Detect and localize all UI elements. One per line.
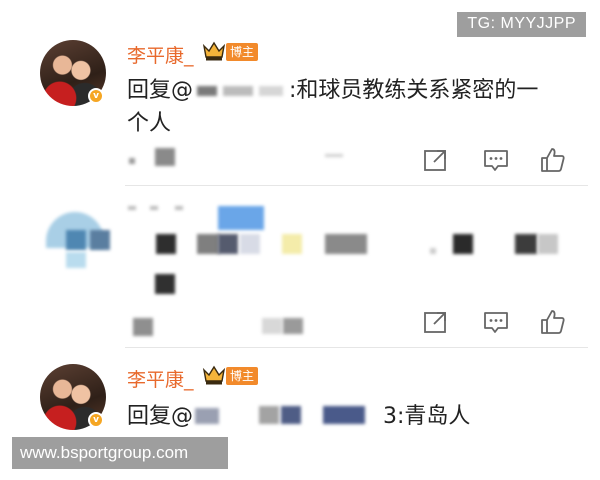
crown-icon <box>202 365 226 385</box>
comment-item: v 李平康_ 博主 回复@ 3:青岛人 <box>0 358 600 448</box>
redacted-text <box>240 234 260 254</box>
username[interactable]: 李平康_ <box>127 365 194 392</box>
redacted-text <box>155 274 175 294</box>
redacted-username <box>128 206 136 210</box>
comment-item: v 李平康_ 博主 回复@ :和球员教练关系紧密的一 个人 <box>0 34 600 186</box>
username[interactable]: 李平康_ <box>127 41 194 68</box>
like-icon[interactable] <box>538 308 566 336</box>
comment-icon[interactable] <box>482 146 510 174</box>
comment-text-continued: 个人 <box>127 111 172 136</box>
blogger-badge: 博主 <box>226 367 259 385</box>
comment-item-redacted <box>0 196 600 348</box>
comment-icon[interactable] <box>482 308 510 336</box>
comment-text: 回复@ 3:青岛人 <box>127 398 470 430</box>
reply-prefix: 回复@ <box>127 78 194 103</box>
redacted-text <box>197 234 219 254</box>
redacted-text <box>218 234 238 254</box>
redacted-text <box>156 234 176 254</box>
comment-body: :和球员教练关系紧密的一 <box>289 78 539 103</box>
redacted-mention <box>193 80 289 100</box>
share-icon[interactable] <box>422 146 450 174</box>
redacted-text <box>325 234 367 254</box>
redacted-username <box>150 206 158 210</box>
blogger-badge: 博主 <box>226 43 259 61</box>
redacted-username <box>175 206 183 210</box>
comment-body: 3:青岛人 <box>383 404 471 429</box>
avatar-redacted[interactable] <box>40 208 112 268</box>
comment-actions <box>418 146 578 174</box>
redacted-meta <box>129 158 135 164</box>
redacted-text <box>515 234 537 254</box>
redacted-text <box>282 234 302 254</box>
redacted-meta <box>283 318 303 334</box>
comment-text: 回复@ :和球员教练关系紧密的一 <box>127 72 538 104</box>
verified-badge-icon: v <box>88 88 104 104</box>
watermark-website: www.bsportgroup.com <box>12 437 228 469</box>
redacted-badge <box>218 206 264 230</box>
redacted-text <box>538 234 558 254</box>
divider <box>125 185 588 186</box>
like-icon[interactable] <box>538 146 566 174</box>
redacted-mention <box>193 406 383 426</box>
share-icon[interactable] <box>422 308 450 336</box>
divider <box>125 347 588 348</box>
redacted-meta <box>133 318 153 336</box>
comment-actions <box>418 308 578 336</box>
crown-icon <box>202 41 226 61</box>
redacted-meta <box>325 154 343 157</box>
redacted-meta <box>155 148 175 166</box>
verified-badge-icon: v <box>88 412 104 428</box>
redacted-meta <box>262 318 282 334</box>
redacted-text <box>430 248 436 254</box>
redacted-text <box>453 234 473 254</box>
reply-prefix: 回复@ <box>127 404 194 429</box>
